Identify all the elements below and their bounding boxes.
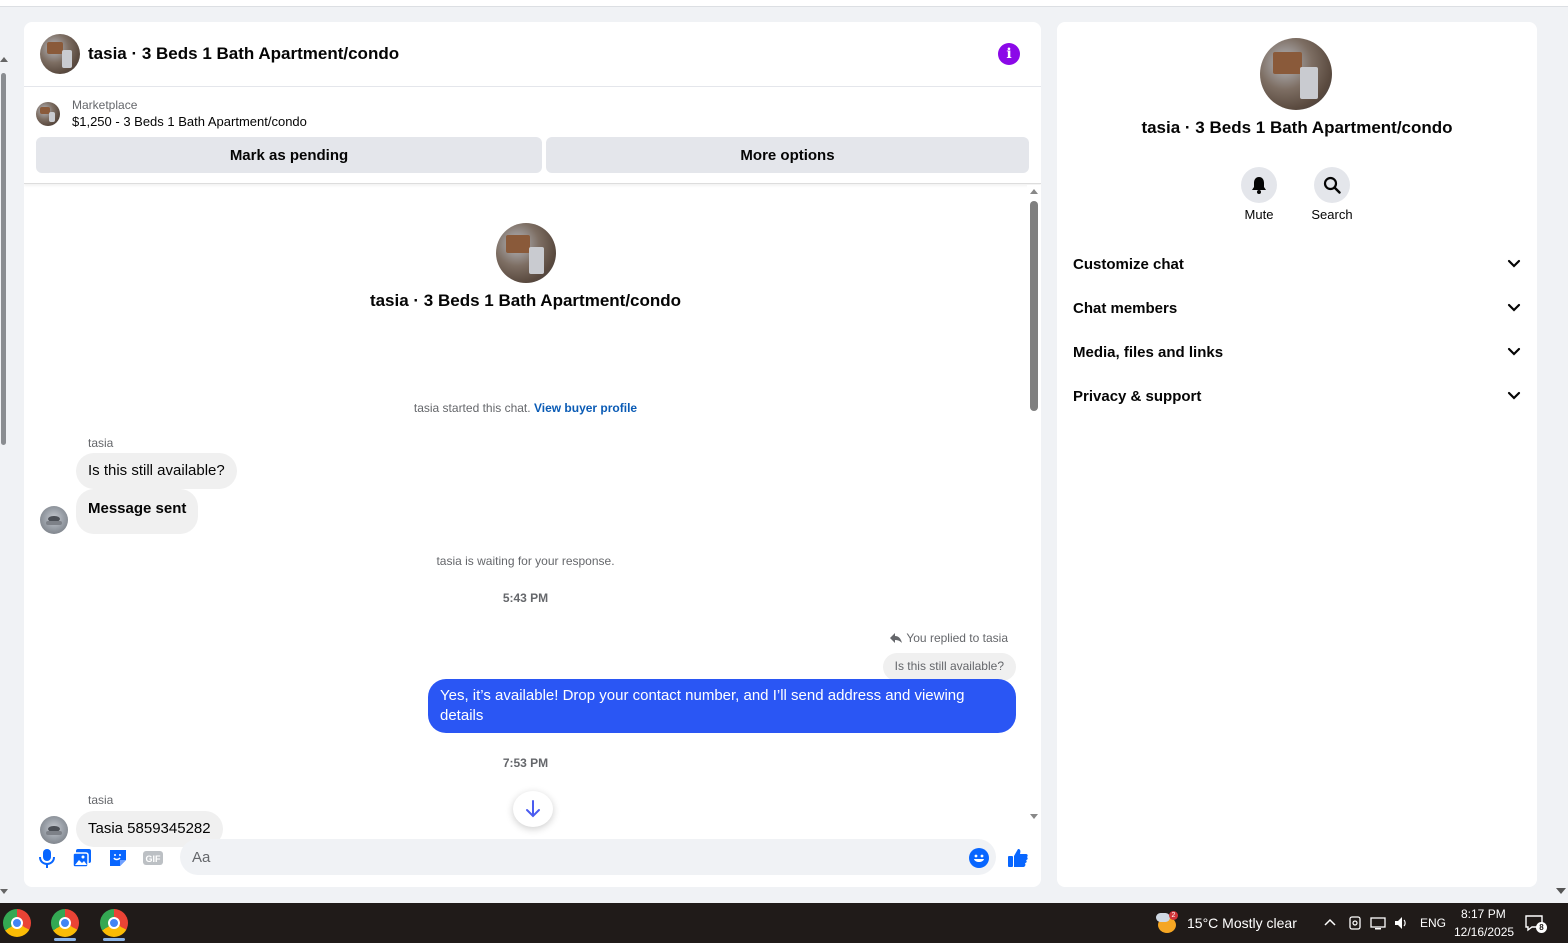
chevron-down-icon [1507, 347, 1521, 356]
svg-text:GIF: GIF [146, 854, 162, 864]
section-chat-members[interactable]: Chat members [1073, 290, 1521, 326]
listing-thumbnail [36, 102, 60, 126]
notifications-icon[interactable]: 8 [1524, 914, 1547, 933]
view-buyer-profile-link[interactable]: View buyer profile [534, 401, 637, 415]
chrome-app-icon[interactable] [51, 909, 79, 937]
sender-avatar[interactable] [40, 506, 68, 534]
section-customize-chat[interactable]: Customize chat [1073, 246, 1521, 282]
section-label: Chat members [1073, 299, 1178, 317]
photo-icon[interactable] [71, 847, 93, 869]
scroll-down-arrow[interactable] [0, 889, 8, 894]
chat-info-panel: tasia · 3 Beds 1 Bath Apartment/condo Mu… [1057, 22, 1537, 887]
scroll-up-arrow[interactable] [1030, 189, 1038, 194]
listing-title: $1,250 - 3 Beds 1 Bath Apartment/condo [72, 114, 307, 129]
arrow-down-icon [526, 800, 540, 818]
chat-header: tasia · 3 Beds 1 Bath Apartment/condo i [24, 22, 1041, 87]
message-bubble[interactable]: Message sent [76, 489, 199, 534]
section-label: Media, files and links [1073, 343, 1224, 361]
scroll-up-arrow[interactable] [0, 57, 8, 62]
listing-kicker: Marketplace [72, 98, 138, 112]
message-scrollbar[interactable] [1027, 185, 1041, 825]
search-action[interactable]: Search [1302, 167, 1362, 222]
timestamp: 5:43 PM [502, 591, 549, 605]
chevron-down-icon [1507, 303, 1521, 312]
outgoing-message-bubble[interactable]: Yes, it’s available! Drop your contact n… [428, 679, 1016, 733]
taskbar: 2 15°C Mostly clear ENG 8:17 PM 12/16/20… [0, 903, 1568, 943]
language-indicator[interactable]: ENG [1420, 916, 1446, 930]
reply-icon [890, 633, 903, 643]
page-scroll-down-arrow[interactable] [1556, 888, 1566, 894]
message-sender: tasia [88, 793, 114, 807]
reply-meta: You replied to tasia [890, 631, 1008, 645]
chevron-up-icon[interactable] [1323, 917, 1337, 927]
network-icon[interactable] [1370, 915, 1386, 931]
message-input[interactable] [180, 839, 996, 875]
sticker-icon[interactable] [107, 847, 129, 869]
weather-text[interactable]: 15°C Mostly clear [1187, 915, 1297, 931]
device-icon[interactable] [1347, 915, 1363, 931]
weather-icon[interactable]: 2 [1156, 911, 1178, 933]
mute-action[interactable]: Mute [1229, 167, 1289, 222]
microphone-icon[interactable] [36, 847, 58, 869]
started-text: tasia started this chat. [413, 401, 531, 415]
scroll-thumb[interactable] [1, 73, 6, 445]
intro-title: tasia · 3 Beds 1 Bath Apartment/condo [369, 291, 682, 310]
chrome-app-icon[interactable] [3, 909, 31, 937]
left-scrollbar[interactable] [0, 7, 10, 897]
message-list[interactable]: tasia · 3 Beds 1 Bath Apartment/condo ta… [24, 185, 1027, 847]
chat-panel: tasia · 3 Beds 1 Bath Apartment/condo i … [24, 22, 1041, 887]
clock-date[interactable]: 12/16/2025 [1454, 925, 1514, 939]
like-icon[interactable] [1007, 847, 1029, 869]
reply-meta-text: You replied to tasia [906, 631, 1008, 645]
info-title: tasia · 3 Beds 1 Bath Apartment/condo [1141, 118, 1453, 137]
composer: GIF [24, 833, 1041, 883]
scroll-thumb[interactable] [1030, 201, 1038, 411]
listing-avatar[interactable] [40, 34, 80, 74]
mark-as-pending-button[interactable]: Mark as pending [36, 137, 542, 173]
search-icon [1323, 176, 1341, 194]
section-label: Customize chat [1073, 255, 1184, 273]
reply-quote[interactable]: Is this still available? [882, 653, 1016, 681]
timestamp: 7:53 PM [502, 756, 549, 770]
search-label: Search [1311, 207, 1353, 222]
message-bubble[interactable]: Is this still available? [76, 453, 237, 489]
chat-title[interactable]: tasia · 3 Beds 1 Bath Apartment/condo [88, 44, 399, 64]
weather-badge: 2 [1169, 911, 1178, 920]
message-sender: tasia [88, 436, 114, 450]
bell-icon [1252, 177, 1266, 194]
gif-icon[interactable]: GIF [142, 847, 164, 869]
chevron-down-icon [1507, 391, 1521, 400]
chat-started-notice: tasia started this chat. View buyer prof… [24, 401, 1027, 415]
info-avatar[interactable] [1260, 38, 1332, 110]
chevron-down-icon [1507, 259, 1521, 268]
intro-avatar[interactable] [495, 223, 556, 283]
scroll-to-bottom-button[interactable] [513, 791, 553, 827]
mute-label: Mute [1244, 207, 1274, 222]
notifications-badge: 8 [1536, 922, 1547, 933]
chat-intro: tasia · 3 Beds 1 Bath Apartment/condo [24, 223, 1027, 311]
info-icon[interactable]: i [998, 43, 1020, 65]
listing-summary[interactable]: Marketplace $1,250 - 3 Beds 1 Bath Apart… [36, 97, 307, 131]
section-privacy-support[interactable]: Privacy & support [1073, 378, 1521, 414]
emoji-icon[interactable] [968, 847, 990, 869]
waiting-notice: tasia is waiting for your response. [436, 554, 615, 568]
clock-time[interactable]: 8:17 PM [1461, 907, 1506, 921]
chrome-app-icon[interactable] [100, 909, 128, 937]
volume-icon[interactable] [1393, 915, 1409, 931]
section-label: Privacy & support [1073, 387, 1202, 405]
active-app-indicator [103, 938, 125, 941]
listing-bar: Marketplace $1,250 - 3 Beds 1 Bath Apart… [24, 88, 1041, 184]
section-media-files-links[interactable]: Media, files and links [1073, 334, 1521, 370]
browser-top-strip [0, 0, 1568, 7]
scroll-down-arrow[interactable] [1030, 814, 1038, 819]
more-options-button[interactable]: More options [546, 137, 1029, 173]
active-app-indicator [54, 938, 76, 941]
